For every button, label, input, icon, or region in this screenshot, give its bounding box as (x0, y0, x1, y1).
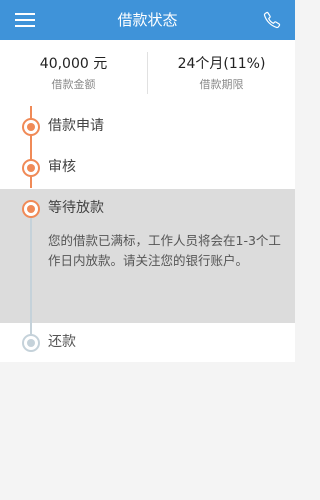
page-title: 借款状态 (117, 11, 178, 29)
step-label: 等待放款 (48, 200, 104, 216)
loan-term-value: 24个月(11%) (177, 56, 266, 72)
loan-amount-label: 借款金额 (51, 78, 96, 91)
status-timeline: 借款申请 审核 等待放款 您的借款已满标，工作人员将会在1-3个工作日内放款。请… (0, 106, 295, 362)
app-root: 借款状态 40,000 元 借款金额 24个月(11%) 借款期限 借款申请 审… (0, 0, 295, 500)
step-label: 借款申请 (48, 118, 104, 134)
app-header: 借款状态 (0, 0, 295, 40)
timeline-step-repay: 还款 (0, 330, 295, 354)
loan-amount: 40,000 元 借款金额 (0, 40, 147, 106)
phone-icon[interactable] (261, 9, 283, 31)
timeline-line-pending (30, 206, 32, 344)
step-current-dot (22, 200, 40, 218)
loan-amount-value: 40,000 元 (39, 56, 108, 72)
timeline-step-apply: 借款申请 (0, 114, 295, 138)
loan-term: 24个月(11%) 借款期限 (148, 40, 295, 106)
step-pending-dot (22, 334, 40, 352)
step-label: 还款 (48, 334, 76, 350)
step-done-dot (22, 118, 40, 136)
step-description: 您的借款已满标，工作人员将会在1-3个工作日内放款。请关注您的银行账户。 (48, 233, 281, 268)
loan-term-label: 借款期限 (199, 78, 244, 91)
loan-summary: 40,000 元 借款金额 24个月(11%) 借款期限 (0, 40, 295, 106)
timeline-step-review: 审核 (0, 155, 295, 179)
timeline-step-waiting: 等待放款 (0, 196, 295, 220)
step-done-dot (22, 159, 40, 177)
step-label: 审核 (48, 159, 76, 175)
